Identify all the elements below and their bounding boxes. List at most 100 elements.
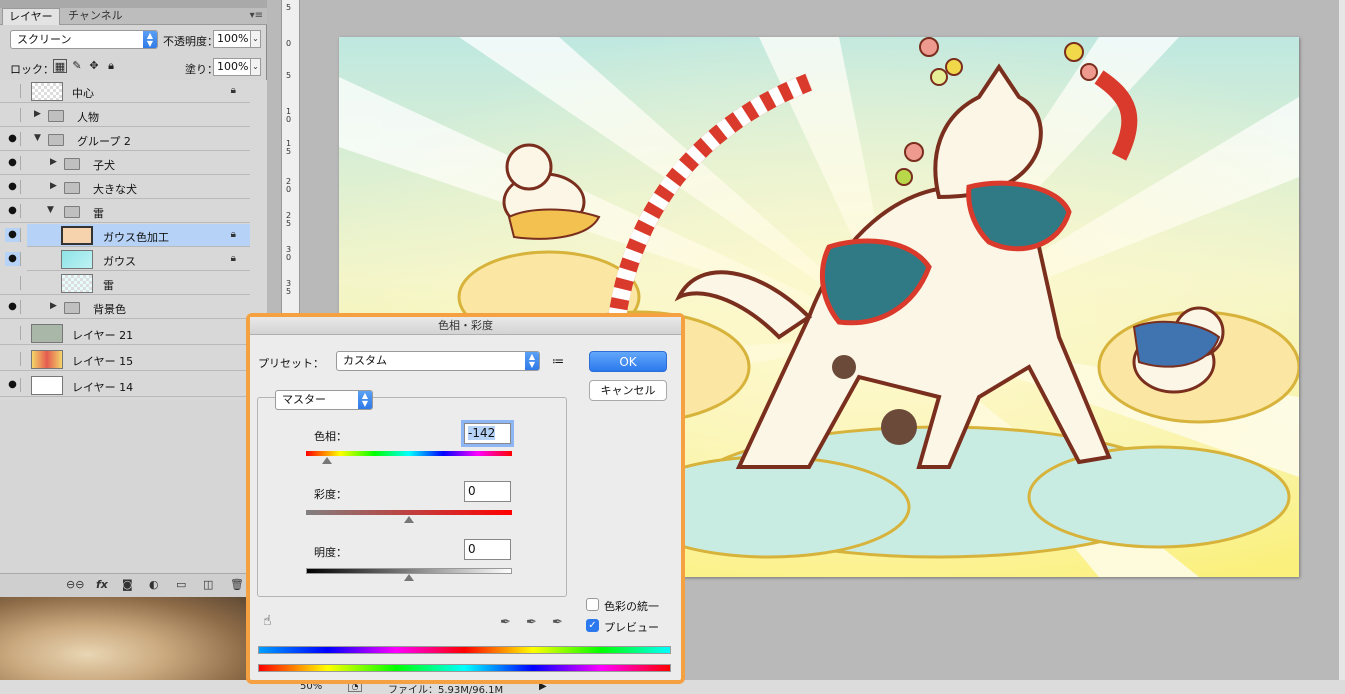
folder-icon xyxy=(64,182,80,194)
preview-checkbox[interactable]: ✓ xyxy=(586,619,599,632)
blend-mode-select[interactable]: スクリーン ▲ ▼ xyxy=(10,30,158,49)
layer-row[interactable]: ● レイヤー 14 xyxy=(0,374,250,397)
layers-list: 👁 中心 🔒︎ 👁 ▶ 人物 ● ▼ グループ 2 ● ▶ 子犬 ● xyxy=(0,80,267,400)
layer-thumbnail xyxy=(31,376,63,395)
visibility-eye-icon[interactable]: 👁 xyxy=(5,326,21,340)
folder-icon xyxy=(64,206,80,218)
folder-icon xyxy=(48,134,64,146)
layer-name: 背景色 xyxy=(93,303,126,316)
eyedropper-icon[interactable]: ✒ xyxy=(500,615,511,630)
add-mask-icon[interactable]: ◙ xyxy=(122,578,133,591)
layer-row[interactable]: ● ▼ グループ 2 xyxy=(0,128,250,151)
hue-slider-track[interactable] xyxy=(306,451,512,456)
canvas-scrollbar[interactable] xyxy=(1339,0,1345,694)
lock-paint-icon[interactable]: ✎ xyxy=(70,59,84,73)
visibility-eye-icon[interactable]: ● xyxy=(5,180,21,194)
cancel-button[interactable]: キャンセル xyxy=(589,380,667,401)
layer-thumbnail xyxy=(61,250,93,269)
new-group-icon[interactable]: ▭ xyxy=(176,578,186,591)
layer-name: ガウス色加工 xyxy=(103,231,169,244)
layer-row[interactable]: 👁 レイヤー 15 xyxy=(0,348,250,371)
saturation-field[interactable]: 0 xyxy=(464,481,511,502)
adjustment-layer-icon[interactable]: ◐ xyxy=(149,578,159,591)
visibility-eye-icon[interactable]: 👁 xyxy=(5,84,21,98)
layer-name: レイヤー 21 xyxy=(72,329,134,342)
saturation-slider-track[interactable] xyxy=(306,510,512,515)
visibility-eye-icon[interactable]: 👁 xyxy=(5,108,21,122)
adjustment-group xyxy=(257,397,567,597)
ok-button[interactable]: OK xyxy=(589,351,667,372)
panel-menu-icon[interactable]: ▾≡ xyxy=(250,10,263,21)
layer-row[interactable]: ● ▼ 雷 xyxy=(0,200,250,223)
visibility-eye-icon[interactable]: 👁 xyxy=(5,276,21,290)
ruler-mark: 5 xyxy=(286,3,292,12)
new-layer-icon[interactable]: ◫ xyxy=(203,578,213,591)
layer-row[interactable]: ● ▶ 大きな犬 xyxy=(0,176,250,199)
link-layers-icon[interactable]: ⊖⊖ xyxy=(66,578,84,591)
hue-field[interactable]: -142 xyxy=(464,423,511,444)
ruler-mark: 2 5 xyxy=(286,211,292,228)
visibility-eye-icon[interactable]: ● xyxy=(5,156,21,170)
lock-icon: 🔒︎ xyxy=(230,85,236,96)
visibility-eye-icon[interactable]: ● xyxy=(5,252,21,266)
disclosure-triangle-icon[interactable]: ▶ xyxy=(34,109,41,119)
hue-label: 色相： xyxy=(314,430,347,443)
hue-slider-thumb[interactable] xyxy=(321,457,332,464)
colorize-label: 色彩の統一 xyxy=(604,600,659,613)
layer-row[interactable]: 👁 中心 🔒︎ xyxy=(0,80,250,103)
channel-select[interactable]: マスター ▲ ▼ xyxy=(275,390,373,410)
colorize-checkbox[interactable] xyxy=(586,598,599,611)
visibility-eye-icon[interactable]: ● xyxy=(5,378,21,392)
tab-layers[interactable]: レイヤー xyxy=(2,8,60,25)
visibility-eye-icon[interactable]: ● xyxy=(5,132,21,146)
fill-field[interactable]: 100% xyxy=(213,58,251,76)
trash-icon[interactable]: 🗑︎ xyxy=(230,578,244,591)
channel-value: マスター xyxy=(282,393,326,406)
lock-transparency-icon[interactable]: ▦ xyxy=(53,59,67,73)
layer-row[interactable]: 👁 ▶ 人物 xyxy=(0,104,250,127)
targeted-adjustment-hand-icon[interactable]: ☝ xyxy=(263,613,272,629)
disclosure-triangle-open-icon[interactable]: ▼ xyxy=(34,133,41,143)
opacity-dropdown-icon[interactable]: ⌄ xyxy=(251,30,261,48)
layer-name: グループ 2 xyxy=(77,135,131,148)
lightness-field[interactable]: 0 xyxy=(464,539,511,560)
visibility-eye-icon[interactable]: ● xyxy=(5,300,21,314)
saturation-slider-thumb[interactable] xyxy=(404,516,414,523)
layer-row-selected[interactable]: ガウス色加工 🔒︎ xyxy=(27,224,250,247)
lock-move-icon[interactable]: ✥ xyxy=(87,59,101,73)
layer-row[interactable]: ガウス 🔒︎ xyxy=(27,248,250,271)
layer-row[interactable]: ● ▶ 背景色 xyxy=(0,296,250,319)
layer-row[interactable]: 👁 雷 xyxy=(0,272,250,295)
fill-dropdown-icon[interactable]: ⌄ xyxy=(251,58,261,76)
hue-saturation-dialog: 色相・彩度 プリセット： カスタム ▲ ▼ ≔ OK キャンセル マスター ▲ ▼ … xyxy=(246,313,685,684)
lock-all-icon[interactable]: 🔒︎ xyxy=(104,59,118,73)
layer-name: 人物 xyxy=(77,111,99,124)
fx-icon[interactable]: fx xyxy=(96,578,108,591)
ruler-mark: 3 0 xyxy=(286,245,292,262)
visibility-eye-icon[interactable]: 👁 xyxy=(5,352,21,366)
layer-row[interactable]: 👁 レイヤー 21 xyxy=(0,322,250,345)
layer-name: 雷 xyxy=(93,207,104,220)
lock-icon: 🔒︎ xyxy=(230,229,236,240)
dialog-title: 色相・彩度 xyxy=(250,317,681,335)
preview-label: プレビュー xyxy=(604,621,659,634)
disclosure-triangle-icon[interactable]: ▶ xyxy=(50,181,57,191)
visibility-eye-icon[interactable]: ● xyxy=(5,204,21,218)
disclosure-triangle-icon[interactable]: ▶ xyxy=(50,301,57,311)
input-spectrum-bar xyxy=(258,664,671,672)
eyedropper-plus-icon[interactable]: ✒ xyxy=(526,615,537,630)
eyedropper-minus-icon[interactable]: ✒ xyxy=(552,615,563,630)
disclosure-triangle-icon[interactable]: ▶ xyxy=(50,157,57,167)
disclosure-triangle-open-icon[interactable]: ▼ xyxy=(47,205,54,215)
layer-row[interactable]: ● ▶ 子犬 xyxy=(0,152,250,175)
lightness-slider-thumb[interactable] xyxy=(404,574,414,581)
preset-options-icon[interactable]: ≔ xyxy=(552,354,564,368)
layer-name: 雷 xyxy=(103,279,114,292)
preset-select[interactable]: カスタム ▲ ▼ xyxy=(336,351,540,371)
hue-value: -142 xyxy=(468,426,496,440)
visibility-eye-icon[interactable]: ● xyxy=(5,228,21,242)
lock-label: ロック： xyxy=(10,63,54,76)
blend-mode-value: スクリーン xyxy=(17,33,72,46)
tab-channels[interactable]: チャンネル xyxy=(62,8,129,25)
opacity-field[interactable]: 100% xyxy=(213,30,251,48)
